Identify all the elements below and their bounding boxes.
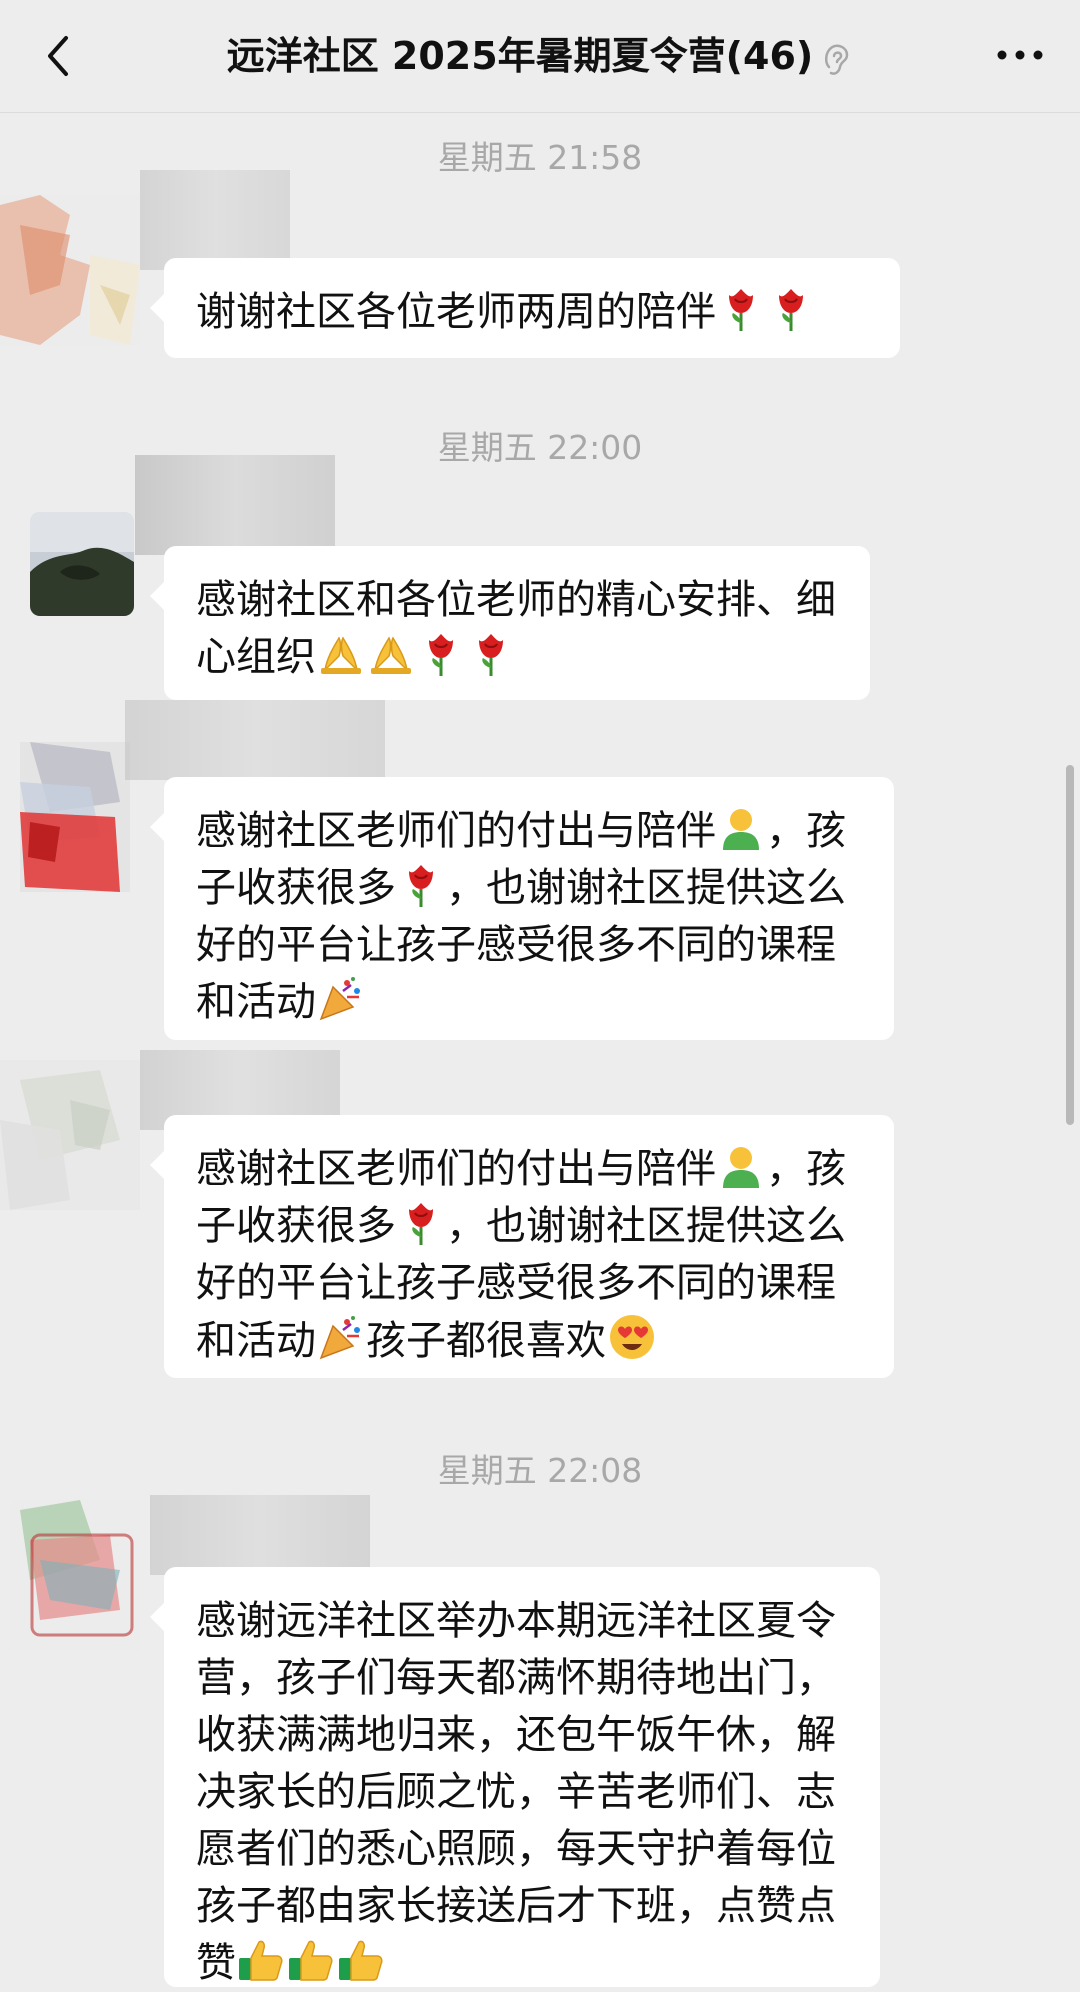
party-popper-emoji-icon (319, 1316, 360, 1360)
rose-emoji-icon (479, 634, 503, 676)
message-text: 感谢远洋社区举办本期远洋社区夏令营，孩子们每天都满怀期待地出门，收获满满地归来，… (196, 1598, 836, 1986)
message-text: 感谢社区和各位老师的精心安排、细心组织 (196, 577, 836, 680)
sender-name-blurred (140, 170, 290, 270)
message-bubble[interactable]: 感谢社区和各位老师的精心安排、细心组织 (150, 546, 870, 700)
back-arrow-icon[interactable] (30, 26, 90, 86)
message-bubble[interactable]: 感谢社区老师们的付出与陪伴 ，孩子收获很多 ，也谢谢社区提供这么好的平台让孩子感受很… (150, 1115, 894, 1378)
chat-title: 远洋社区 2025年暑期夏令营(46) (200, 26, 880, 86)
avatar[interactable] (10, 1500, 140, 1650)
rose-emoji-icon (729, 289, 753, 331)
more-options-icon[interactable] (990, 30, 1050, 80)
message-bubble[interactable]: 感谢远洋社区举办本期远洋社区夏令营，孩子们每天都满怀期待地出门，收获满满地归来，… (150, 1567, 880, 1987)
timestamp: 星期五 22:08 (437, 1451, 643, 1490)
rose-emoji-icon (409, 1203, 433, 1245)
folded-hands-emoji-icon (371, 636, 411, 674)
heart-eyes-emoji-icon (610, 1315, 654, 1359)
ear-icon (825, 44, 849, 75)
thumbs-up-emoji-icon (339, 1940, 383, 1981)
avatar[interactable] (0, 195, 140, 345)
message-text: 孩子都很喜欢 (366, 1318, 606, 1364)
rose-emoji-icon (779, 289, 803, 331)
sender-name-blurred (125, 700, 385, 780)
rose-emoji-icon (409, 865, 433, 907)
avatar[interactable] (20, 742, 130, 892)
avatar[interactable] (0, 1060, 140, 1210)
scrollbar[interactable] (1066, 765, 1074, 1125)
party-popper-emoji-icon (319, 977, 360, 1021)
chat-header: 远洋社区 2025年暑期夏令营(46) (0, 0, 1080, 113)
message-text: 感谢社区老师们的付出与陪伴 (196, 1146, 716, 1192)
message-text: 谢谢社区各位老师两周的陪伴 (196, 289, 716, 335)
thumbs-up-emoji-icon (239, 1940, 283, 1981)
folded-hands-emoji-icon (321, 636, 361, 674)
thumbs-up-emoji-icon (289, 1940, 333, 1981)
message-text: 感谢社区老师们的付出与陪伴 (196, 808, 716, 854)
message-bubble[interactable]: 感谢社区老师们的付出与陪伴 ，孩子收获很多 ，也谢谢社区提供这么好的平台让孩子感受很… (150, 777, 894, 1040)
rose-emoji-icon (429, 634, 453, 676)
person-emoji-icon (723, 1147, 759, 1188)
sender-name-blurred (150, 1495, 370, 1575)
person-emoji-icon (723, 809, 759, 850)
chat-title-text: 远洋社区 2025年暑期夏令营(46) (226, 34, 814, 78)
message-bubble[interactable]: 谢谢社区各位老师两周的陪伴 (150, 258, 900, 358)
sender-name-blurred (135, 455, 335, 555)
avatar[interactable] (30, 512, 134, 616)
